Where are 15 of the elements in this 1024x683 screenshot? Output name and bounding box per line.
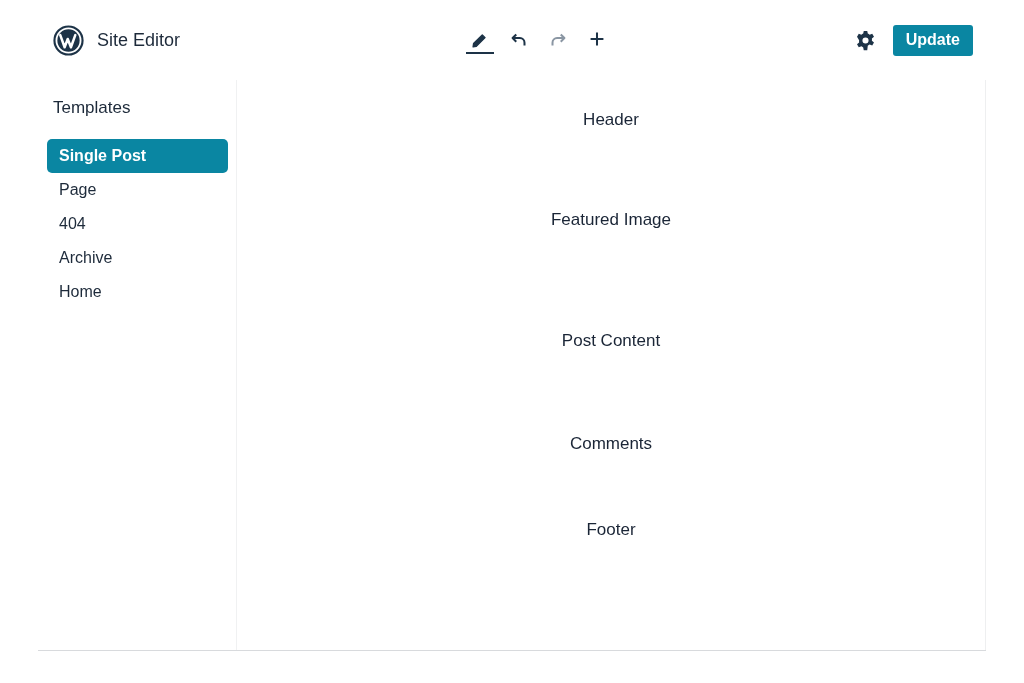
sidebar-heading: Templates: [52, 97, 132, 119]
update-button[interactable]: Update: [892, 24, 973, 56]
block-label: Post Content: [561, 330, 661, 353]
settings-icon[interactable]: [854, 29, 876, 51]
app-title: Site Editor: [97, 28, 181, 52]
template-item[interactable]: Home: [47, 275, 228, 309]
block-label: Header: [583, 109, 639, 132]
template-item[interactable]: Archive: [47, 241, 228, 275]
template-item[interactable]: 404: [47, 207, 228, 241]
block-label: Featured Image: [551, 209, 671, 232]
block-label: Footer: [586, 519, 636, 542]
block-label: Comments: [569, 433, 653, 456]
logo-icon: [53, 24, 84, 56]
template-item[interactable]: Page: [47, 173, 228, 207]
template-item[interactable]: Single Post: [47, 139, 228, 173]
